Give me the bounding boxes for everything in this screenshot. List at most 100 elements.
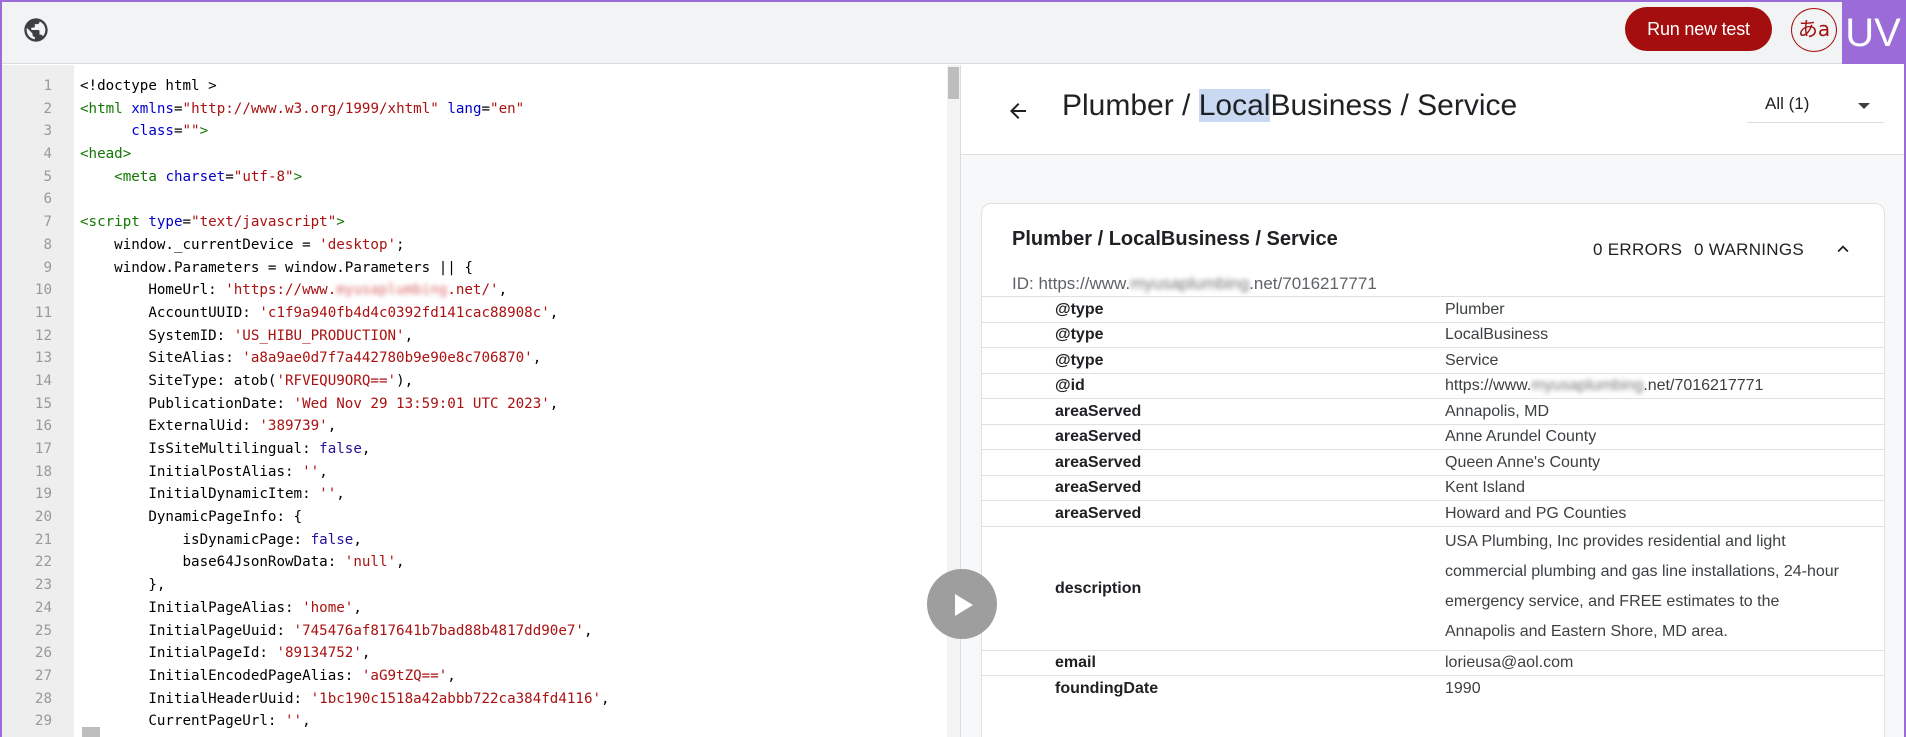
code-text: <meta charset="utf-8"> [114,168,303,185]
code-text: InitialPageUuid: '745476af817641b7bad88b… [80,622,593,639]
back-arrow-icon[interactable] [1006,99,1030,128]
code-line: 18 InitialPostAlias: '', [2,461,942,484]
property-row: areaServed Kent Island [982,474,1884,501]
line-number: 12 [34,327,52,344]
code-line: 11 AccountUUID: 'c1f9a940fb4d4c0392fd141… [2,302,942,325]
code-line: 25 InitialPageUuid: '745476af817641b7bad… [2,620,942,643]
property-key: @type [1055,300,1104,318]
code-text: <html xmlns="http://www.w3.org/1999/xhtm… [80,100,525,117]
horizontal-scrollbar-thumb[interactable] [82,727,100,737]
code-line: 5 <meta charset="utf-8"> [2,166,942,189]
errors-count: 0 ERRORS [1593,240,1683,259]
globe-icon[interactable] [22,16,50,44]
chevron-up-icon[interactable] [1832,238,1854,265]
results-panel: Plumber / LocalBusiness / Service All (1… [961,65,1904,737]
code-line: 9 window.Parameters = window.Parameters … [2,257,942,280]
code-editor[interactable]: 1 <!doctype html > 2 <html xmlns="http://ww… [2,65,960,737]
code-text: AccountUUID: 'c1f9a940fb4d4c0392fd141cac… [80,304,559,321]
code-text: <script type="text/javascript"> [80,214,345,231]
property-key: email [1055,654,1096,672]
code-line: 6 [2,188,942,211]
code-line: 1 <!doctype html > [2,75,942,98]
card-id: ID: https://www.myusaplumbing.net/701621… [1012,274,1377,294]
property-key: @type [1055,351,1104,369]
code-line: 22 base64JsonRowData: 'null', [2,551,942,574]
value-blurred: myusaplumbing [1531,377,1644,395]
property-row: @id https://www.myusaplumbing.net/7016217… [982,372,1884,399]
play-button[interactable] [927,569,997,639]
line-number: 24 [34,599,52,616]
code-text: DynamicPageInfo: { [80,509,303,526]
property-key: @id [1055,377,1085,395]
code-text: InitialDynamicItem: '', [80,486,345,503]
play-icon [955,594,973,616]
property-row: areaServed Anne Arundel County [982,423,1884,450]
property-key: areaServed [1055,504,1142,522]
code-text: InitialHeaderUuid: '1bc190c1518a42abbb72… [80,690,610,707]
code-text: IsSiteMultilingual: false, [80,441,371,457]
line-number: 9 [43,259,52,276]
line-number: 23 [34,577,52,594]
property-row: @type Plumber [982,296,1884,322]
line-number: 3 [43,123,52,140]
property-key: areaServed [1055,453,1142,471]
code-text: CurrentPageUrl: '', [80,713,311,730]
line-number: 21 [34,531,52,548]
property-key: areaServed [1055,428,1142,446]
line-number: 18 [34,463,52,480]
line-number: 6 [43,191,52,208]
code-text: InitialPostAlias: '', [80,463,328,480]
line-number: 26 [34,645,52,662]
line-number: 2 [43,100,52,117]
property-row: areaServed Annapolis, MD [982,398,1884,424]
code-text: window._currentDevice = 'desktop'; [80,236,405,253]
code-text: SiteType: atob('RFVEQU9ORQ=='), [80,372,414,389]
title-highlight: Local [1198,89,1271,122]
code-line: 3 class=""> [2,120,942,143]
code-line: 7 <script type="text/javascript"> [2,211,942,234]
code-line: 2 <html xmlns="http://www.w3.org/1999/xht… [2,98,942,121]
line-number: 25 [34,622,52,639]
results-header: Plumber / LocalBusiness / Service All (1… [961,65,1904,155]
language-button[interactable]: あa [1791,8,1837,52]
line-number: 19 [34,486,52,503]
card-title: Plumber / LocalBusiness / Service [1012,228,1338,250]
id-suffix: .net/7016217771 [1249,274,1377,293]
title-part: Plumber / [1062,89,1199,122]
id-prefix: ID: https://www. [1012,274,1131,293]
line-number: 10 [34,282,52,299]
top-bar: Run new test あa UV [2,2,1904,64]
property-row: @type LocalBusiness [982,321,1884,348]
item-filter-dropdown[interactable]: All (1) [1747,81,1884,123]
property-value: USA Plumbing, Inc provides residential a… [1445,532,1839,640]
property-key: @type [1055,326,1104,344]
code-line: 17 IsSiteMultilingual: false, [2,438,942,461]
line-number: 15 [34,395,52,412]
code-line: 29 CurrentPageUrl: '', [2,710,942,733]
code-text: }, [80,577,166,594]
code-text: InitialPageId: '89134752', [80,645,371,662]
line-number: 29 [34,713,52,730]
line-number: 4 [43,146,52,163]
code-text: base64JsonRowData: 'null', [80,554,405,571]
code-text: isDynamicPage: false, [80,531,362,548]
line-number: 28 [34,690,52,707]
line-number: 11 [34,304,52,321]
code-text: HomeUrl: 'https://www.myusaplumbing.net/… [80,282,508,299]
line-number: 13 [34,350,52,367]
code-text: InitialPageAlias: 'home', [80,599,362,616]
property-key: foundingDate [1055,679,1159,697]
code-line: 27 InitialEncodedPageAlias: 'aG9tZQ==', [2,665,942,688]
line-number: 27 [34,667,52,684]
code-line: 13 SiteAlias: 'a8a9ae0d7f7a442780b9e90e8… [2,347,942,370]
run-new-test-button[interactable]: Run new test [1625,7,1772,51]
code-line: 28 InitialHeaderUuid: '1bc190c1518a42abb… [2,688,942,711]
code-text: <!doctype html > [80,78,217,94]
value-suffix: .net/7016217771 [1643,377,1764,395]
property-value: Howard and PG Counties [1445,504,1627,522]
property-table: @type Plumber @type LocalBusiness @type Servi… [982,296,1884,701]
scrollbar-thumb[interactable] [948,67,959,99]
code-text: SiteAlias: 'a8a9ae0d7f7a442780b9e90e8c70… [80,350,542,367]
code-lines: 1 <!doctype html > 2 <html xmlns="http://ww… [2,75,942,733]
code-line: 20 DynamicPageInfo: { [2,506,942,529]
